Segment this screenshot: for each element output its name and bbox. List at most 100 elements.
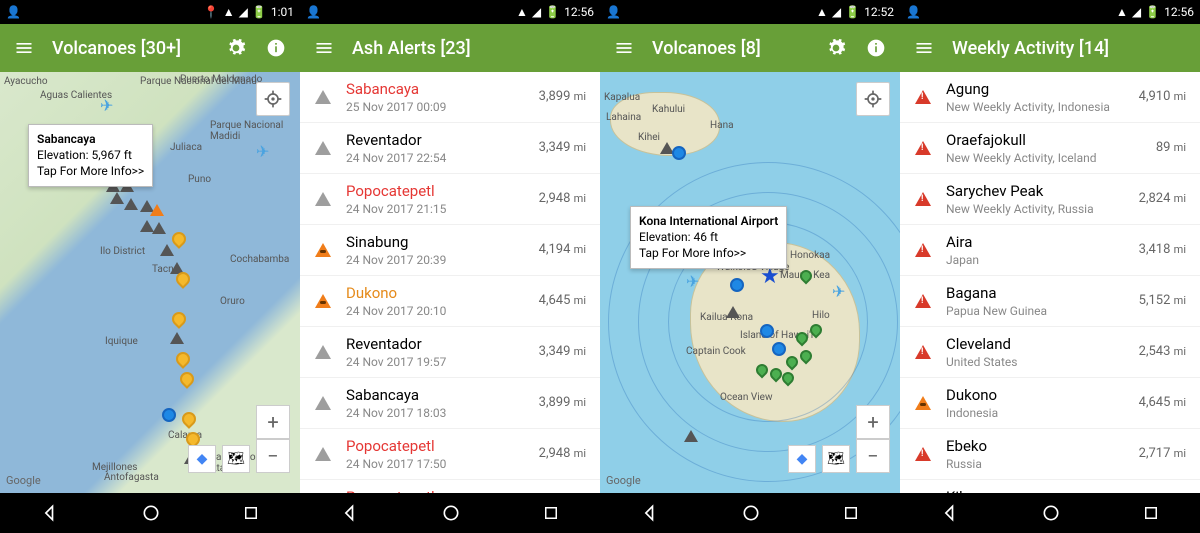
menu-icon[interactable] bbox=[12, 36, 36, 60]
plane-icon[interactable]: ✈ bbox=[832, 282, 848, 298]
map-marker[interactable] bbox=[177, 369, 197, 389]
map-marker[interactable] bbox=[772, 342, 786, 356]
item-sub: 24 Nov 2017 17:50 bbox=[346, 457, 527, 471]
status-bar: 👤 📍▲◢🔋1:01 bbox=[0, 0, 300, 24]
back-button[interactable] bbox=[40, 503, 60, 523]
plane-icon[interactable]: ✈ bbox=[100, 96, 116, 112]
item-distance: 3,418 mi bbox=[1139, 243, 1186, 258]
locate-button[interactable] bbox=[856, 82, 890, 116]
list-item[interactable]: Kilauea United States 3,805 mi bbox=[900, 480, 1200, 493]
map-label: Ayacucho bbox=[4, 76, 48, 87]
list-item[interactable]: Dukono 24 Nov 2017 20:10 4,645 mi bbox=[300, 276, 600, 327]
list-item[interactable]: Sarychev Peak New Weekly Activity, Russi… bbox=[900, 174, 1200, 225]
status-bar: 👤 ▲◢🔋12:56 bbox=[300, 0, 600, 24]
directions-icon[interactable]: ◆ bbox=[788, 445, 816, 473]
maps-icon[interactable]: 🗺 bbox=[222, 445, 250, 473]
status-right: 📍▲◢🔋1:01 bbox=[204, 5, 294, 19]
map[interactable]: AyacuchoAguas CalientesParque Nacional d… bbox=[0, 72, 300, 493]
map-marker[interactable] bbox=[672, 146, 686, 160]
gear-icon[interactable] bbox=[824, 36, 848, 60]
map-marker[interactable] bbox=[730, 278, 744, 292]
home-button[interactable] bbox=[741, 503, 761, 523]
map-marker[interactable] bbox=[150, 204, 164, 216]
map-label: Puerto Maldonado bbox=[180, 74, 262, 85]
phone-screen-1: 👤 ▲◢🔋12:56 Ash Alerts [23] Sabancaya 25 … bbox=[300, 0, 600, 533]
menu-icon[interactable] bbox=[612, 36, 636, 60]
list[interactable]: Agung New Weekly Activity, Indonesia 4,9… bbox=[900, 72, 1200, 493]
list-item[interactable]: Sabancaya 24 Nov 2017 18:03 3,899 mi bbox=[300, 378, 600, 429]
item-name: Oraefajokull bbox=[946, 131, 1144, 149]
info-icon[interactable] bbox=[264, 36, 288, 60]
map-marker[interactable] bbox=[110, 192, 124, 204]
maps-icon[interactable]: 🗺 bbox=[822, 445, 850, 473]
list-item[interactable]: Ebeko Russia 2,717 mi bbox=[900, 429, 1200, 480]
home-button[interactable] bbox=[441, 503, 461, 523]
map-label: Puno bbox=[188, 174, 211, 185]
map[interactable]: KapaluaLahainaKahuluiKiheiHanaWaikoloa V… bbox=[600, 72, 900, 493]
list[interactable]: Sabancaya 25 Nov 2017 00:09 3,899 mi Rev… bbox=[300, 72, 600, 493]
list-item[interactable]: Reventador 24 Nov 2017 19:57 3,349 mi bbox=[300, 327, 600, 378]
item-distance: 89 mi bbox=[1156, 141, 1186, 156]
back-button[interactable] bbox=[340, 503, 360, 523]
recent-button[interactable] bbox=[842, 504, 860, 522]
plane-icon[interactable]: ✈ bbox=[256, 142, 272, 158]
map-callout[interactable]: Kona International Airport Elevation: 46… bbox=[630, 206, 787, 269]
map-marker[interactable] bbox=[160, 244, 174, 256]
back-button[interactable] bbox=[940, 503, 960, 523]
map-marker[interactable] bbox=[169, 309, 189, 329]
list-item[interactable]: Agung New Weekly Activity, Indonesia 4,9… bbox=[900, 72, 1200, 123]
menu-icon[interactable] bbox=[912, 36, 936, 60]
map-marker[interactable] bbox=[179, 409, 199, 429]
list-item[interactable]: Popocatepetl 24 Nov 2017 14:44 2,948 mi bbox=[300, 480, 600, 493]
list-item[interactable]: Sinabung 24 Nov 2017 20:39 4,194 mi bbox=[300, 225, 600, 276]
home-button[interactable] bbox=[141, 503, 161, 523]
list-item[interactable]: Dukono Indonesia 4,645 mi bbox=[900, 378, 1200, 429]
plane-icon[interactable]: ✈ bbox=[686, 272, 702, 288]
info-icon[interactable] bbox=[864, 36, 888, 60]
list-item[interactable]: Sabancaya 25 Nov 2017 00:09 3,899 mi bbox=[300, 72, 600, 123]
item-name: Bagana bbox=[946, 284, 1127, 302]
map-marker[interactable] bbox=[726, 306, 740, 318]
list-item[interactable]: Popocatepetl 24 Nov 2017 17:50 2,948 mi bbox=[300, 429, 600, 480]
map-callout[interactable]: Sabancaya Elevation: 5,967 ft Tap For Mo… bbox=[28, 124, 153, 187]
item-distance: 3,899 mi bbox=[539, 396, 586, 411]
map-nav-buttons: ◆ 🗺 bbox=[788, 445, 850, 473]
map-label: Parque Nacional Madidi bbox=[210, 120, 300, 142]
map-credit: Google bbox=[6, 474, 41, 487]
map-marker[interactable] bbox=[152, 222, 166, 234]
map-marker[interactable] bbox=[173, 349, 193, 369]
recent-button[interactable] bbox=[242, 504, 260, 522]
list-item[interactable]: Cleveland United States 2,543 mi bbox=[900, 327, 1200, 378]
menu-icon[interactable] bbox=[312, 36, 336, 60]
home-button[interactable] bbox=[1041, 503, 1061, 523]
map-marker[interactable] bbox=[124, 198, 138, 210]
zoom-out-button[interactable]: − bbox=[856, 439, 890, 473]
item-name: Reventador bbox=[346, 335, 527, 353]
list-item[interactable]: Aira Japan 3,418 mi bbox=[900, 225, 1200, 276]
gear-icon[interactable] bbox=[224, 36, 248, 60]
map-marker[interactable] bbox=[170, 332, 184, 344]
nav-bar bbox=[0, 493, 300, 533]
volcano-icon bbox=[912, 345, 934, 359]
zoom-in-button[interactable]: + bbox=[256, 405, 290, 439]
list-item[interactable]: Bagana Papua New Guinea 5,152 mi bbox=[900, 276, 1200, 327]
back-button[interactable] bbox=[640, 503, 660, 523]
list-item[interactable]: Reventador 24 Nov 2017 22:54 3,349 mi bbox=[300, 123, 600, 174]
zoom-in-button[interactable]: + bbox=[856, 405, 890, 439]
status-time: 1:01 bbox=[271, 5, 294, 19]
locate-button[interactable] bbox=[256, 82, 290, 116]
app-bar: Volcanoes [30+] bbox=[0, 24, 300, 72]
map-marker[interactable] bbox=[162, 408, 176, 422]
directions-icon[interactable]: ◆ bbox=[188, 445, 216, 473]
list-item[interactable]: Oraefajokull New Weekly Activity, Icelan… bbox=[900, 123, 1200, 174]
list-item[interactable]: Popocatepetl 24 Nov 2017 21:15 2,948 mi bbox=[300, 174, 600, 225]
zoom-out-button[interactable]: − bbox=[256, 439, 290, 473]
map-marker[interactable] bbox=[684, 430, 698, 442]
item-distance: 2,948 mi bbox=[539, 447, 586, 462]
nav-bar bbox=[300, 493, 600, 533]
recent-button[interactable] bbox=[1142, 504, 1160, 522]
recent-button[interactable] bbox=[542, 504, 560, 522]
item-sub: New Weekly Activity, Russia bbox=[946, 202, 1127, 216]
map-label: Iquique bbox=[105, 336, 138, 347]
map-marker[interactable] bbox=[760, 324, 774, 338]
